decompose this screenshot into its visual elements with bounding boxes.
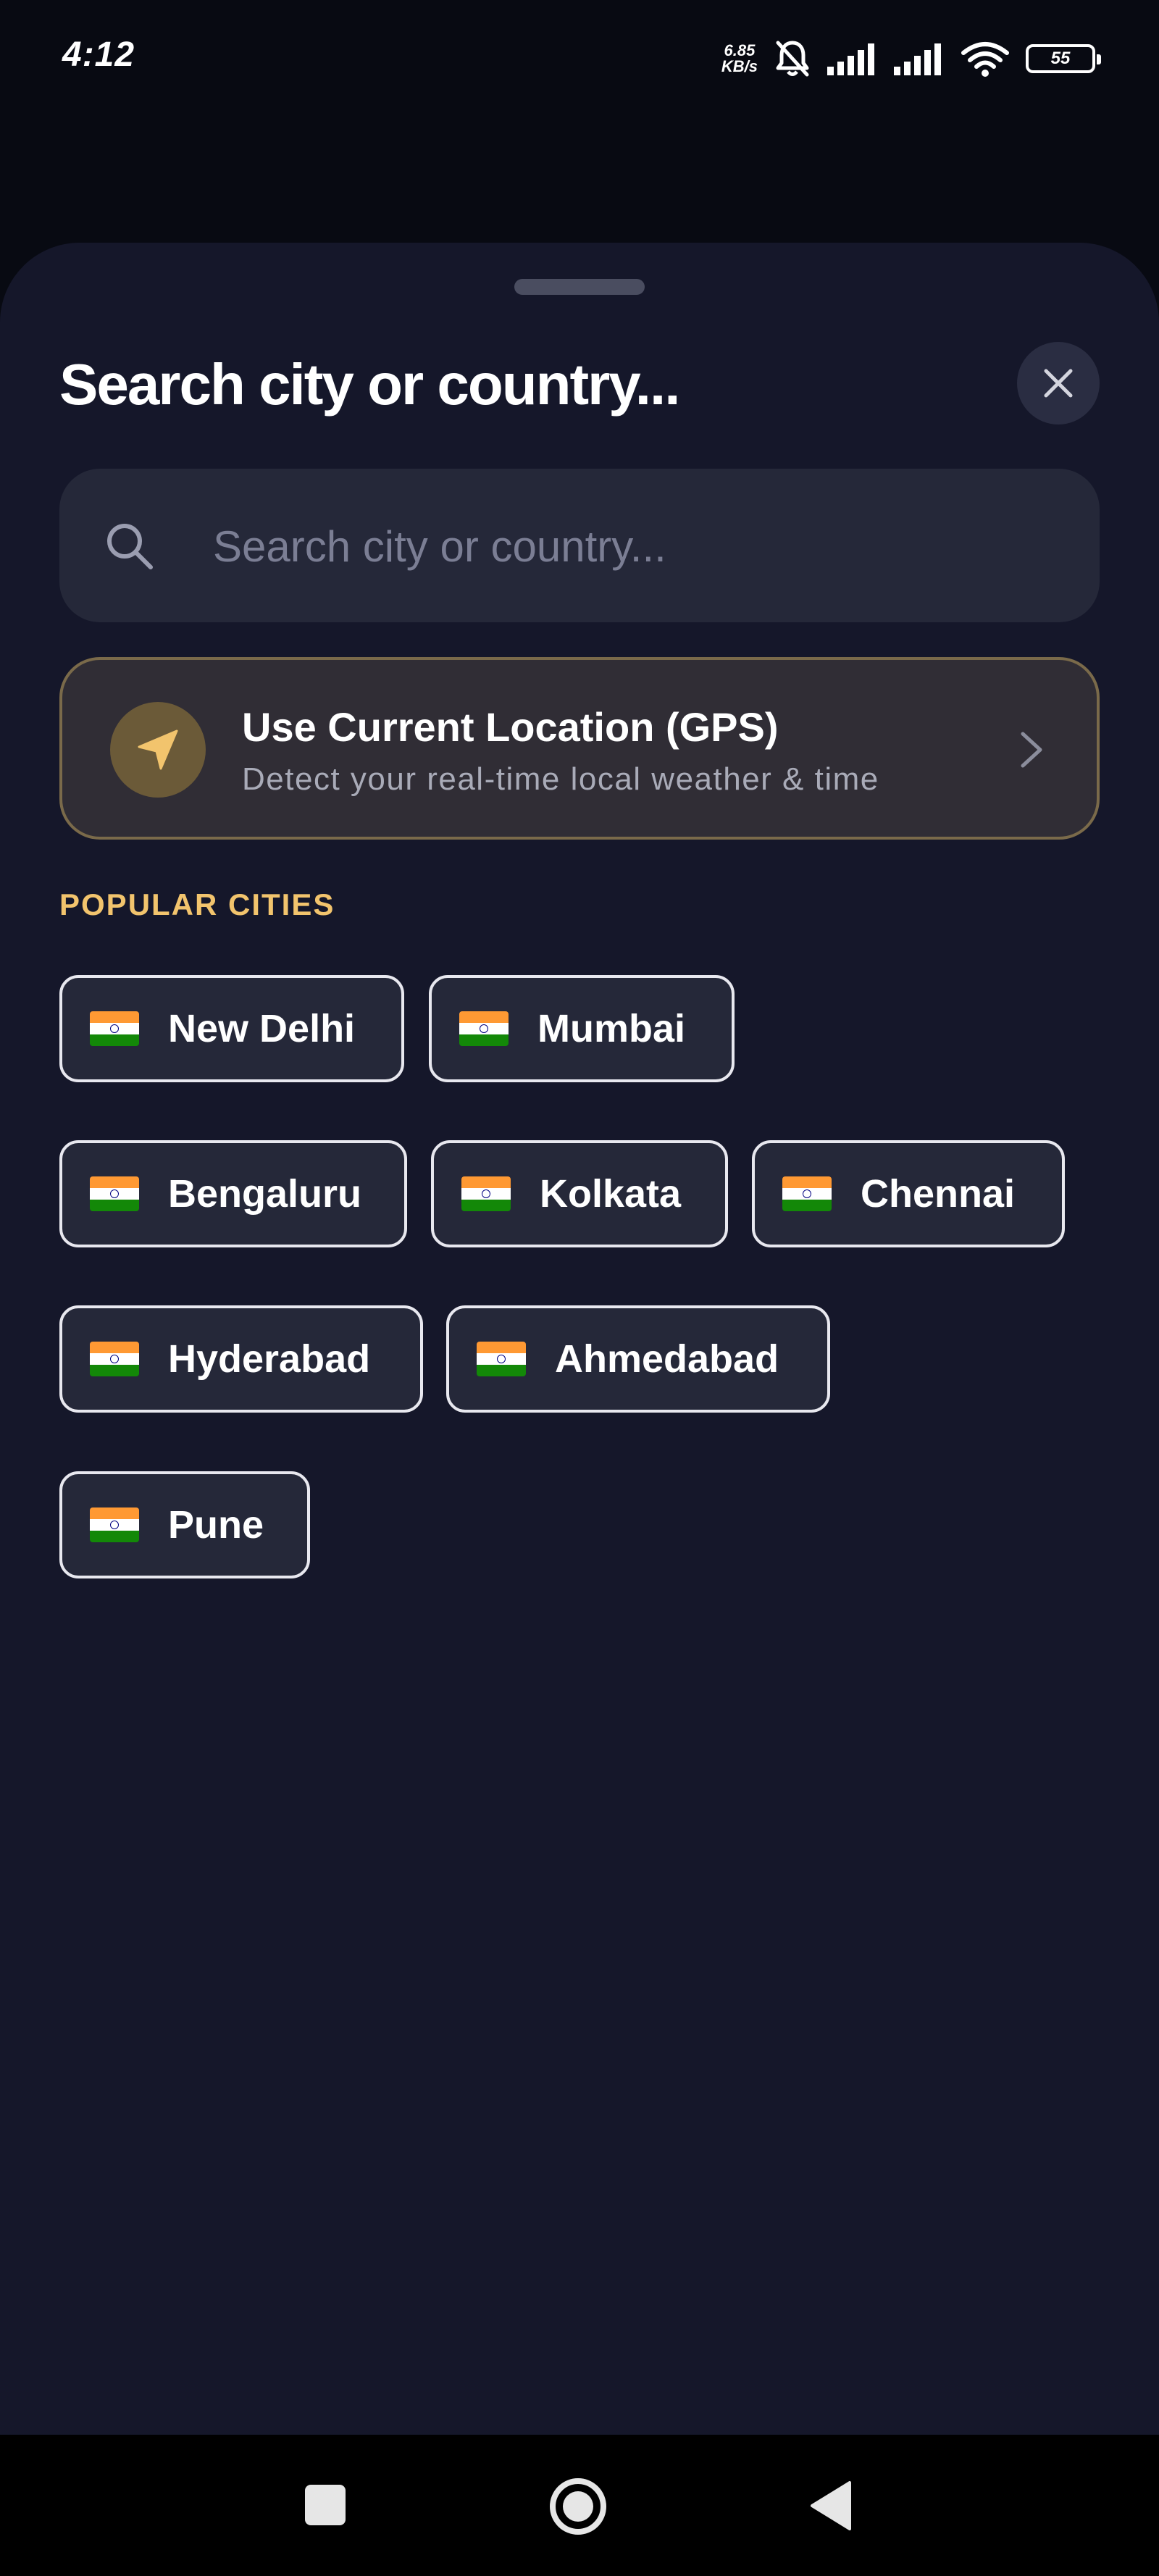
india-flag-icon [90, 1011, 139, 1046]
city-chip-label: New Delhi [168, 1007, 356, 1050]
search-icon [107, 524, 153, 569]
india-flag-icon [461, 1176, 511, 1211]
city-chip-label: Hyderabad [168, 1337, 371, 1381]
battery-icon: 55 [1026, 44, 1101, 73]
navigation-arrow-icon [138, 729, 178, 770]
gps-icon-badge [110, 702, 206, 798]
cellular-signal-icon [827, 43, 874, 75]
sheet-title: Search city or country... [59, 352, 680, 417]
network-speed-unit: KB/s [721, 57, 758, 75]
city-chip-label: Mumbai [537, 1007, 686, 1050]
india-flag-icon [90, 1176, 139, 1211]
city-chip-bengaluru[interactable]: Bengaluru [59, 1140, 407, 1247]
drag-handle[interactable] [514, 279, 645, 295]
city-chip-kolkata[interactable]: Kolkata [431, 1140, 728, 1247]
gps-subtitle: Detect your real-time local weather & ti… [242, 761, 879, 797]
search-box[interactable] [59, 469, 1100, 622]
battery-level: 55 [1050, 49, 1071, 68]
cellular-signal-2-icon [894, 43, 941, 75]
status-icons: 6.85 KB/s 55 [721, 36, 1101, 81]
chevron-right-icon [1021, 732, 1042, 768]
city-chip-pune[interactable]: Pune [59, 1471, 310, 1578]
city-chip-label: Bengaluru [168, 1172, 362, 1216]
city-chip-chennai[interactable]: Chennai [752, 1140, 1065, 1247]
gps-title: Use Current Location (GPS) [242, 704, 779, 750]
city-chip-hyderabad[interactable]: Hyderabad [59, 1305, 423, 1413]
home-button[interactable] [548, 2476, 608, 2537]
recent-apps-button[interactable] [304, 2483, 347, 2527]
close-button[interactable] [1017, 342, 1100, 425]
search-input[interactable] [212, 498, 1069, 595]
use-current-location-button[interactable]: Use Current Location (GPS) Detect your r… [59, 657, 1100, 840]
city-chip-mumbai[interactable]: Mumbai [429, 975, 735, 1082]
search-sheet: Search city or country... Use Current Lo… [0, 243, 1159, 2435]
india-flag-icon [782, 1176, 832, 1211]
india-flag-icon [459, 1011, 509, 1046]
popular-cities-heading: POPULAR CITIES [59, 887, 335, 921]
india-flag-icon [90, 1342, 139, 1376]
wifi-icon [961, 42, 1009, 77]
system-navigation-bar [0, 2435, 1159, 2576]
city-chip-label: Chennai [861, 1172, 1016, 1216]
bell-muted-icon [776, 41, 809, 77]
city-chip-label: Kolkata [540, 1172, 682, 1216]
city-chip-label: Pune [168, 1503, 264, 1547]
network-speed: 6.85 KB/s [721, 43, 758, 75]
city-chip-new-delhi[interactable]: New Delhi [59, 975, 404, 1082]
status-bar: 4:12 6.85 KB/s 55 [0, 0, 1159, 120]
india-flag-icon [90, 1507, 139, 1542]
close-icon [1044, 369, 1073, 398]
india-flag-icon [477, 1342, 526, 1376]
back-button[interactable] [809, 2480, 851, 2532]
status-time: 4:12 [62, 35, 135, 74]
city-chip-label: Ahmedabad [555, 1337, 779, 1381]
city-chip-ahmedabad[interactable]: Ahmedabad [446, 1305, 830, 1413]
network-speed-value: 6.85 [724, 41, 756, 59]
